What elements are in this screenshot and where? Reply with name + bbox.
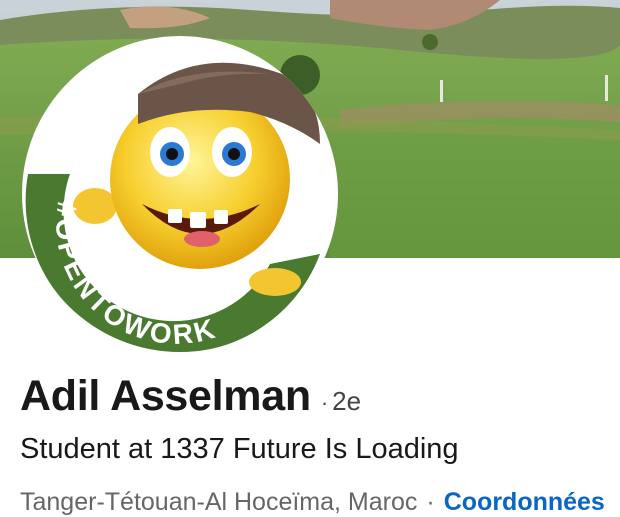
profile-name: Adil Asselman [20,372,311,420]
profile-location: Tanger-Tétouan-Al Hoceïma, Maroc [20,488,418,516]
contact-info-link[interactable]: Coordonnées [444,488,605,517]
name-separator: · [320,390,329,415]
emoji-with-cap-icon: #OPENTOWORK [22,36,338,352]
name-row: Adil Asselman · 2e [20,372,361,432]
location-separator: · [426,488,435,516]
profile-photo[interactable]: #OPENTOWORK [20,34,340,354]
profile-headline: Student at 1337 Future Is Loading [20,433,459,465]
connection-degree: 2e [332,386,362,416]
location-row: Tanger-Tétouan-Al Hoceïma, Maroc · Coord… [20,488,605,517]
